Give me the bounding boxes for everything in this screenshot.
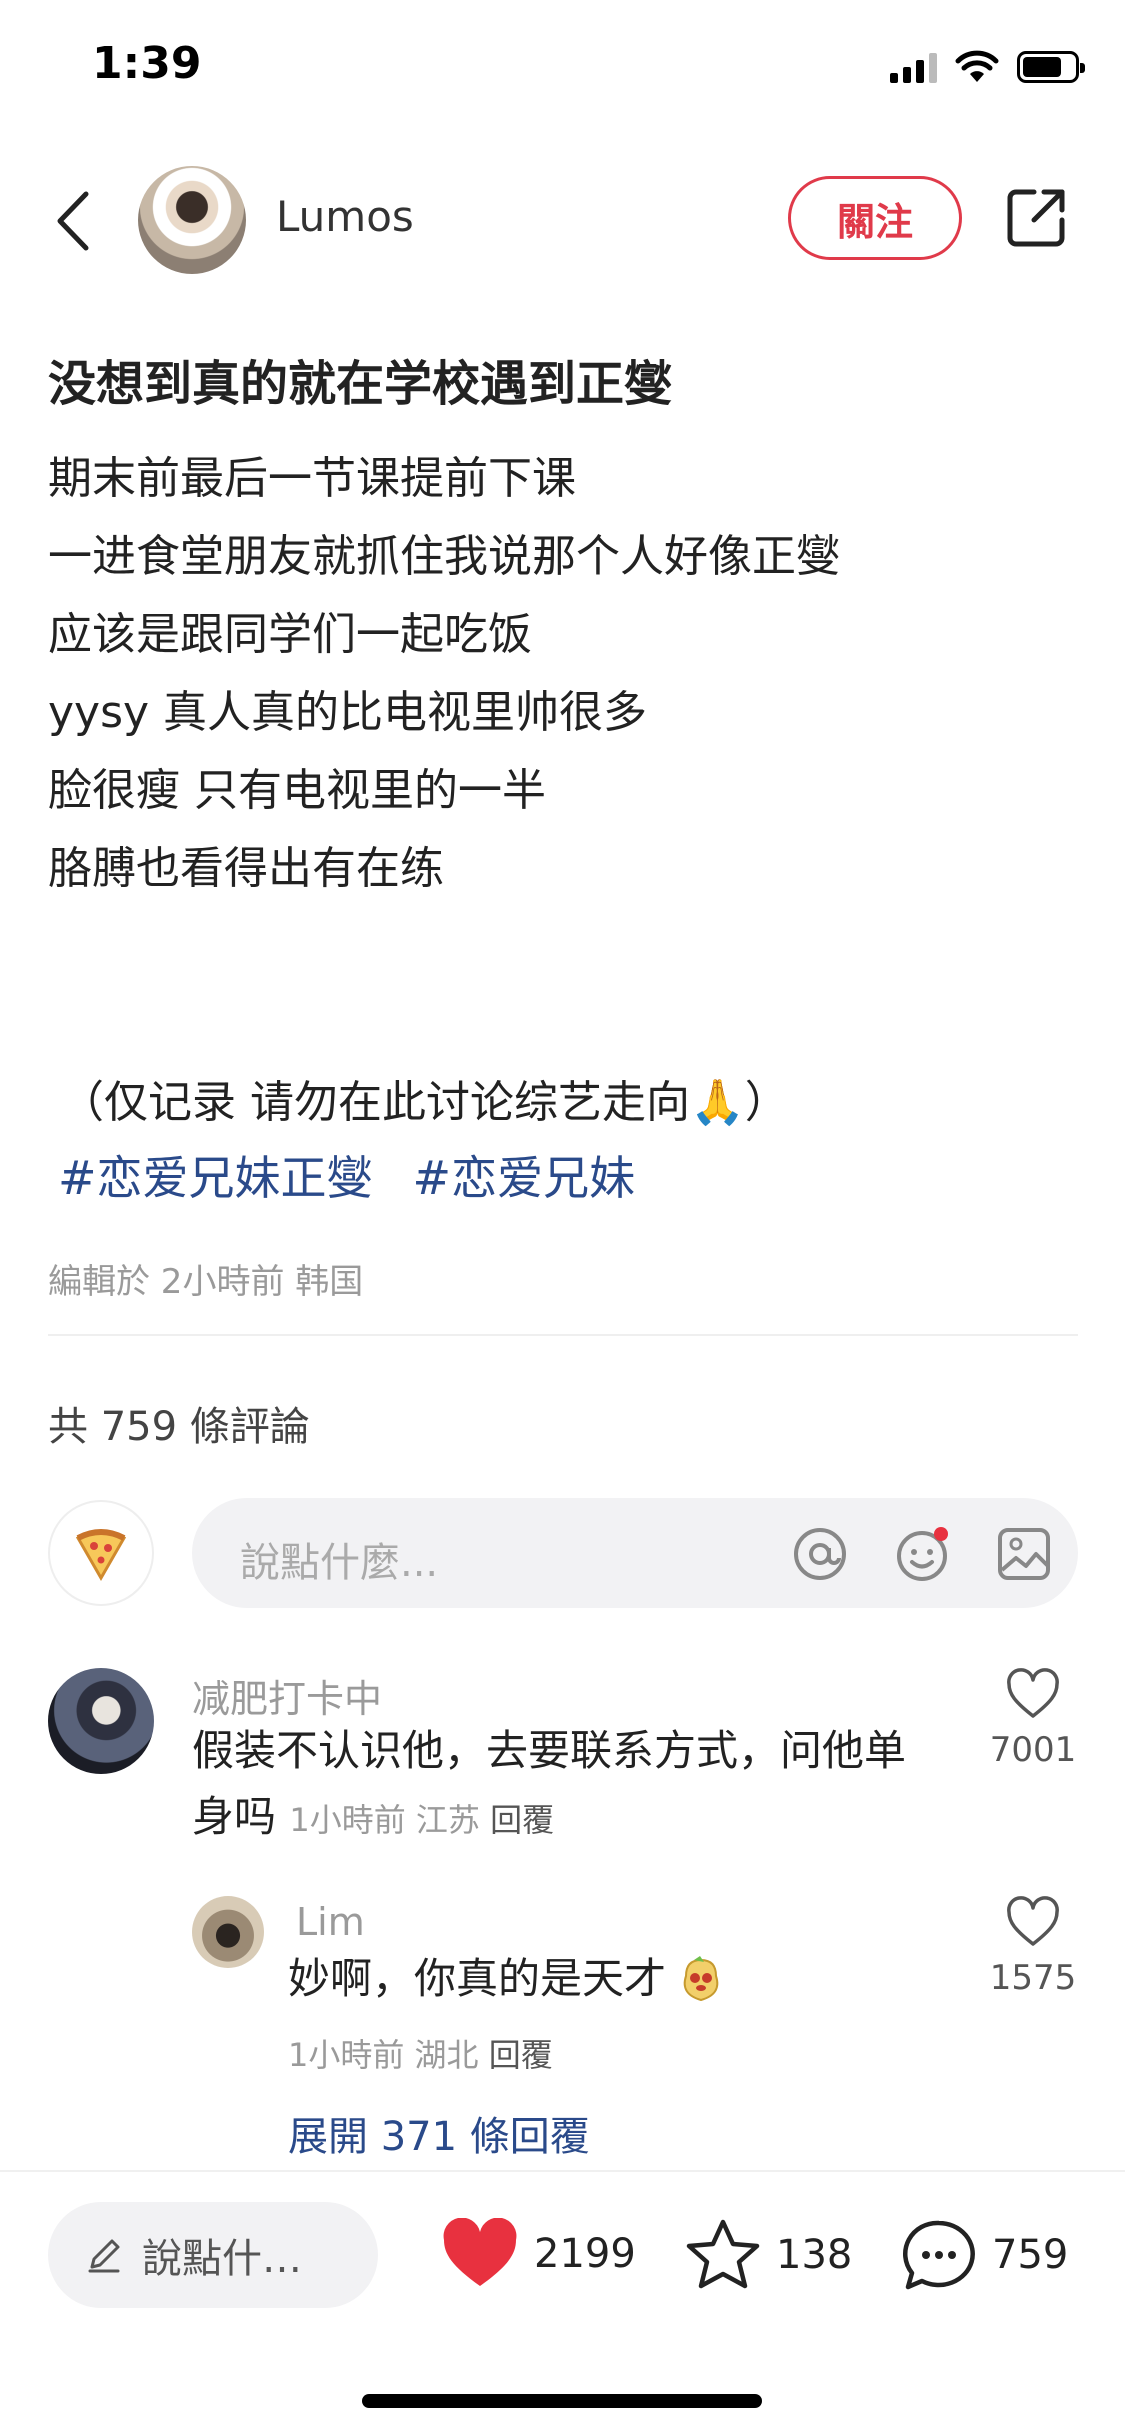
like-count: 1575	[989, 1958, 1077, 1998]
post-text-line: 应该是跟同学们一起吃饭	[48, 609, 532, 660]
comment-button[interactable]: 759	[900, 2218, 1068, 2292]
comment-count: 共 759 條評論	[48, 1404, 310, 1450]
post-text-line: yysy 真人真的比电视里帅很多	[48, 687, 648, 738]
comment-bubble-icon	[903, 2220, 975, 2290]
comment-meta: 1小時前 江苏 回覆	[289, 1801, 554, 1839]
sticker-emoji-icon	[683, 1956, 719, 2002]
reply-item: Lim 妙啊，你真的是天才 1小時前 湖北 回覆 1575 展開 371 條回覆	[48, 1896, 1078, 2166]
status-icons	[890, 50, 1085, 84]
comment-meta: 1小時前 湖北 回覆	[288, 2030, 553, 2076]
hashtag-link[interactable]: #恋爱兄妹	[413, 1142, 636, 1208]
commenter-name[interactable]: Lim	[296, 1900, 365, 1944]
hashtag-list: #恋爱兄妹正燮 #恋爱兄妹	[58, 1142, 635, 1208]
author-avatar[interactable]	[138, 166, 246, 274]
status-bar: 1:39	[0, 0, 1125, 140]
post-meta: 編輯於 2小時前 韩国	[48, 1262, 364, 1302]
comment-input-row: 說點什麼...	[48, 1498, 1078, 1608]
image-icon[interactable]	[996, 1526, 1052, 1582]
bottom-input-label: 說點什…	[142, 2236, 302, 2282]
commenter-name[interactable]: 减肥打卡中	[192, 1668, 382, 1723]
comment-time: 1小時前	[289, 1801, 406, 1839]
post-title: 没想到真的就在学校遇到正燮	[48, 356, 673, 412]
favorite-button[interactable]: 138	[684, 2218, 852, 2292]
commenter-avatar[interactable]	[192, 1896, 264, 1968]
comment-text: 妙啊，你真的是天才	[288, 1954, 667, 2003]
favorite-count: 138	[776, 2232, 853, 2278]
reply-button[interactable]: 回覆	[489, 2036, 553, 2074]
comment-text-line-with-meta: 身吗 1小時前 江苏 回覆	[192, 1784, 992, 1853]
post-text-line: 期末前最后一节课提前下课	[48, 453, 576, 504]
post-text-line: 胳膊也看得出有在练	[48, 843, 444, 894]
post-text-line: （仅记录 请勿在此讨论综艺走向🙏）	[60, 1077, 789, 1128]
my-avatar	[48, 1500, 154, 1606]
expand-replies-link[interactable]: 展開 371 條回覆	[288, 2104, 590, 2162]
comment-item: 减肥打卡中 假装不认识他，去要联系方式，问他单 身吗 1小時前 江苏 回覆 70…	[48, 1668, 1078, 1858]
comment-text-line: 假装不认识他，去要联系方式，问他单	[192, 1726, 907, 1775]
home-indicator	[362, 2394, 762, 2408]
comment-like-button[interactable]: 1575	[988, 1896, 1078, 1998]
post-text-line: 一进食堂朋友就抓住我说那个人好像正燮	[48, 531, 840, 582]
post-body: 期末前最后一节课提前下课 一进食堂朋友就抓住我说那个人好像正燮 应该是跟同学们一…	[48, 440, 1078, 1142]
comment-text-row: 妙啊，你真的是天才	[288, 1946, 988, 2012]
cellular-signal-icon	[890, 51, 937, 83]
author-name[interactable]: Lumos	[276, 192, 414, 241]
pizza-icon	[75, 1529, 127, 1582]
heart-icon	[1007, 1896, 1059, 1946]
post-text-line	[48, 908, 1078, 986]
mention-icon[interactable]	[792, 1526, 848, 1582]
like-count: 7001	[989, 1730, 1077, 1770]
post-text-line: 脸很瘦 只有电视里的一半	[48, 765, 546, 816]
battery-icon	[1017, 51, 1085, 83]
comment-input[interactable]: 說點什麼...	[192, 1498, 1078, 1608]
comment-text: 假装不认识他，去要联系方式，问他单 身吗 1小時前 江苏 回覆	[192, 1718, 992, 1853]
back-icon[interactable]	[50, 190, 100, 252]
post-spacer	[48, 986, 1078, 1064]
comment-like-button[interactable]: 7001	[988, 1668, 1078, 1770]
comment-input-placeholder: 說點什麼...	[240, 1540, 439, 1586]
wifi-icon	[955, 50, 999, 82]
heart-icon	[1007, 1668, 1059, 1718]
comment-location: 湖北	[414, 2036, 479, 2074]
comment-location: 江苏	[415, 1801, 480, 1839]
star-icon	[686, 2219, 760, 2289]
hashtag-link[interactable]: #恋爱兄妹正燮	[58, 1142, 373, 1208]
follow-button[interactable]: 關注	[788, 176, 962, 260]
comment-time: 1小時前	[288, 2036, 405, 2074]
divider	[48, 1334, 1078, 1336]
emoji-icon[interactable]	[894, 1526, 950, 1582]
post-header: Lumos 關注	[0, 160, 1125, 280]
comment-text-line: 身吗	[192, 1792, 277, 1841]
heart-filled-icon	[443, 2218, 517, 2286]
share-icon[interactable]	[1004, 186, 1068, 250]
comment-count-bottom: 759	[992, 2232, 1069, 2278]
reply-button[interactable]: 回覆	[490, 1801, 554, 1839]
like-count: 2199	[534, 2231, 636, 2277]
status-time: 1:39	[92, 38, 202, 89]
pencil-icon	[88, 2239, 120, 2273]
like-button[interactable]: 2199	[440, 2218, 636, 2290]
commenter-avatar[interactable]	[48, 1668, 154, 1774]
bottom-comment-input[interactable]: 說點什…	[48, 2202, 378, 2308]
